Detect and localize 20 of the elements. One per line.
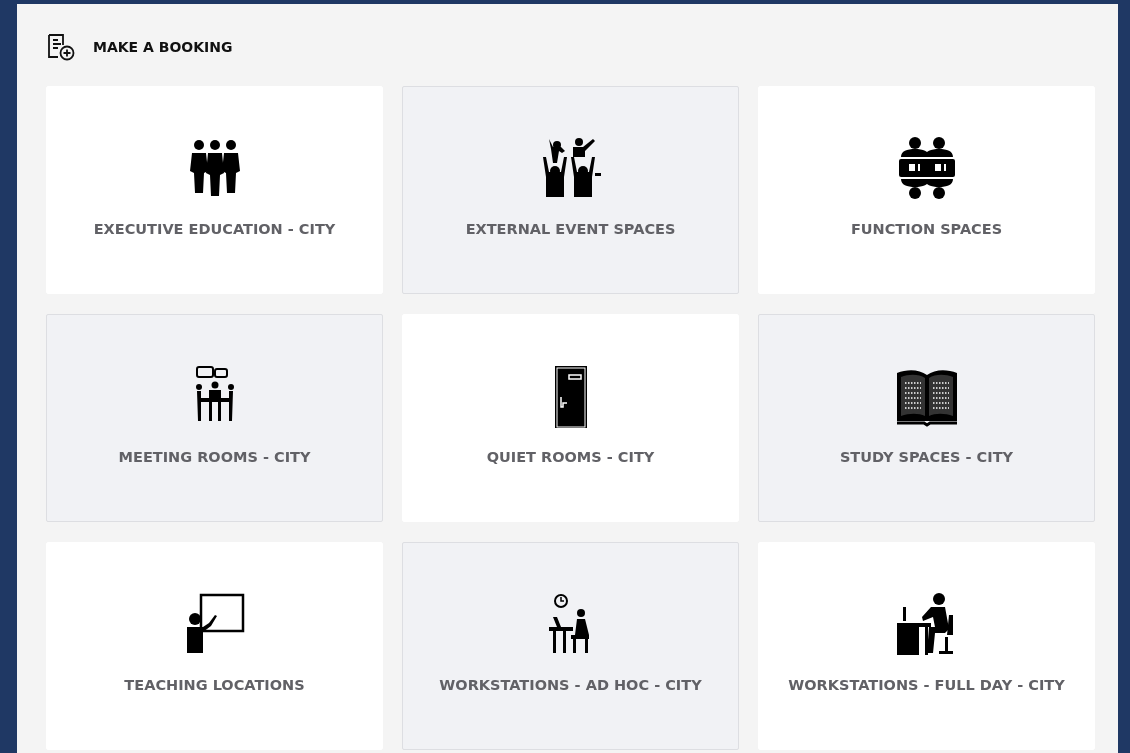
category-label: WORKSTATIONS - AD HOC - CITY <box>439 677 702 693</box>
category-card[interactable]: EXTERNAL EVENT SPACES <box>402 86 739 294</box>
category-card[interactable]: FUNCTION SPACES <box>758 86 1095 294</box>
category-label: QUIET ROOMS - CITY <box>486 449 655 465</box>
page-title: MAKE A BOOKING <box>93 39 233 55</box>
category-card[interactable]: EXECUTIVE EDUCATION - CITY <box>46 86 383 294</box>
category-label: WORKSTATIONS - FULL DAY - CITY <box>788 677 1065 693</box>
category-label: MEETING ROOMS - CITY <box>118 449 311 465</box>
category-label: EXTERNAL EVENT SPACES <box>465 221 676 237</box>
category-card[interactable]: STUDY SPACES - CITY <box>758 314 1095 522</box>
category-label: STUDY SPACES - CITY <box>839 449 1014 465</box>
category-label: FUNCTION SPACES <box>850 221 1003 237</box>
category-card[interactable]: MEETING ROOMS - CITY <box>46 314 383 522</box>
category-card[interactable]: TEACHING LOCATIONS <box>46 542 383 750</box>
document-add-icon <box>46 33 76 61</box>
category-card[interactable]: WORKSTATIONS - FULL DAY - CITY <box>758 542 1095 750</box>
category-label: EXECUTIVE EDUCATION - CITY <box>93 221 336 237</box>
category-label: TEACHING LOCATIONS <box>124 677 305 693</box>
category-card[interactable]: WORKSTATIONS - AD HOC - CITY <box>402 542 739 750</box>
category-card[interactable]: QUIET ROOMS - CITY <box>402 314 739 522</box>
